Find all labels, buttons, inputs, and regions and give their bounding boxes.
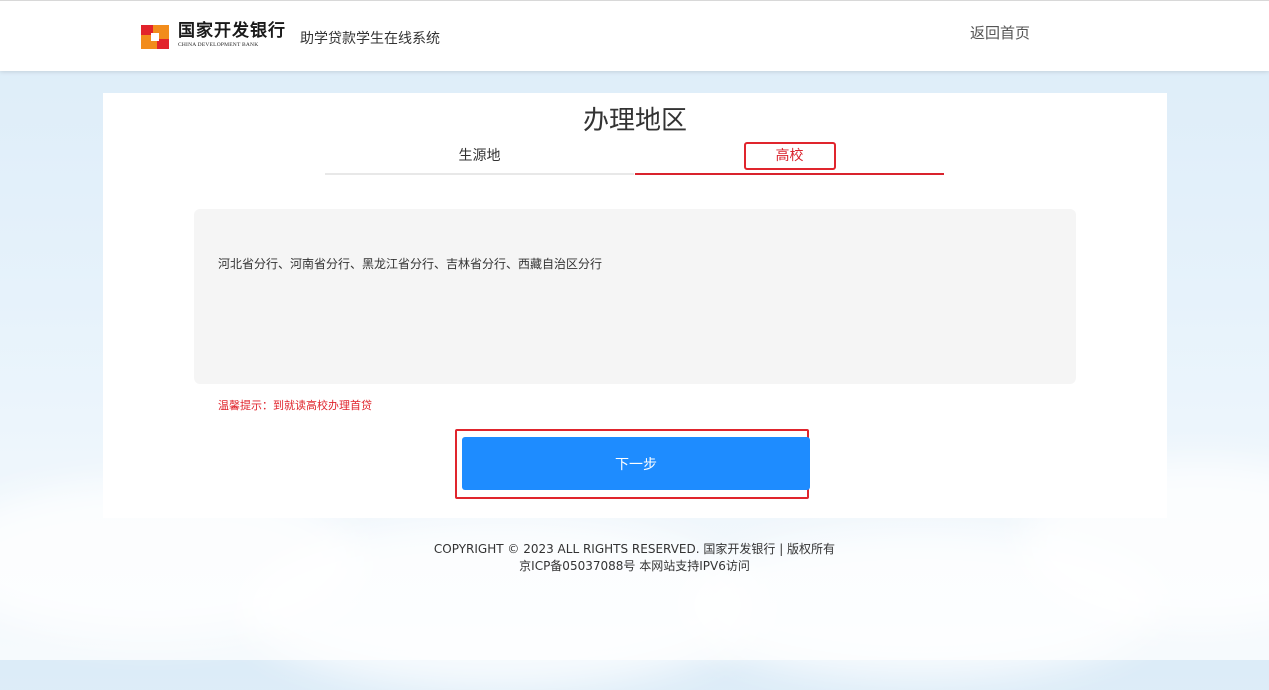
- tab-university[interactable]: 高校: [635, 139, 944, 175]
- tab-source-region[interactable]: 生源地: [325, 139, 634, 175]
- back-home-link[interactable]: 返回首页: [970, 22, 1030, 43]
- region-list-text: 河北省分行、河南省分行、黑龙江省分行、吉林省分行、西藏自治区分行: [218, 257, 603, 271]
- brand-name-cn: 国家开发银行: [178, 21, 286, 41]
- region-list-box: 河北省分行、河南省分行、黑龙江省分行、吉林省分行、西藏自治区分行: [194, 209, 1076, 384]
- tab-source-region-label: 生源地: [458, 148, 501, 164]
- next-step-button[interactable]: 下一步: [462, 437, 810, 490]
- warm-tip: 温馨提示：到就读高校办理首贷: [218, 399, 372, 412]
- next-button-highlight: 下一步: [455, 429, 810, 499]
- cdb-logo-icon: [141, 25, 169, 49]
- footer: COPYRIGHT © 2023 ALL RIGHTS RESERVED. 国家…: [0, 541, 1269, 575]
- top-header: 国家开发银行 CHINA DEVELOPMENT BANK 助学贷款学生在线系统…: [0, 0, 1269, 71]
- region-tabs: 生源地 高校: [325, 139, 944, 175]
- system-name: 助学贷款学生在线系统: [300, 31, 440, 47]
- brand-logo-text: 国家开发银行 CHINA DEVELOPMENT BANK: [178, 21, 286, 48]
- copyright-text: COPYRIGHT © 2023 ALL RIGHTS RESERVED. 国家…: [433, 542, 836, 556]
- main-panel: 办理地区 生源地 高校 河北省分行、河南省分行、黑龙江省分行、吉林省分行、西藏自…: [103, 93, 1167, 518]
- tab-university-label: 高校: [743, 142, 836, 170]
- page-title: 办理地区: [582, 106, 687, 136]
- icp-text: 京ICP备05037088号 本网站支持IPV6访问: [519, 559, 750, 573]
- brand-name-en: CHINA DEVELOPMENT BANK: [178, 42, 259, 48]
